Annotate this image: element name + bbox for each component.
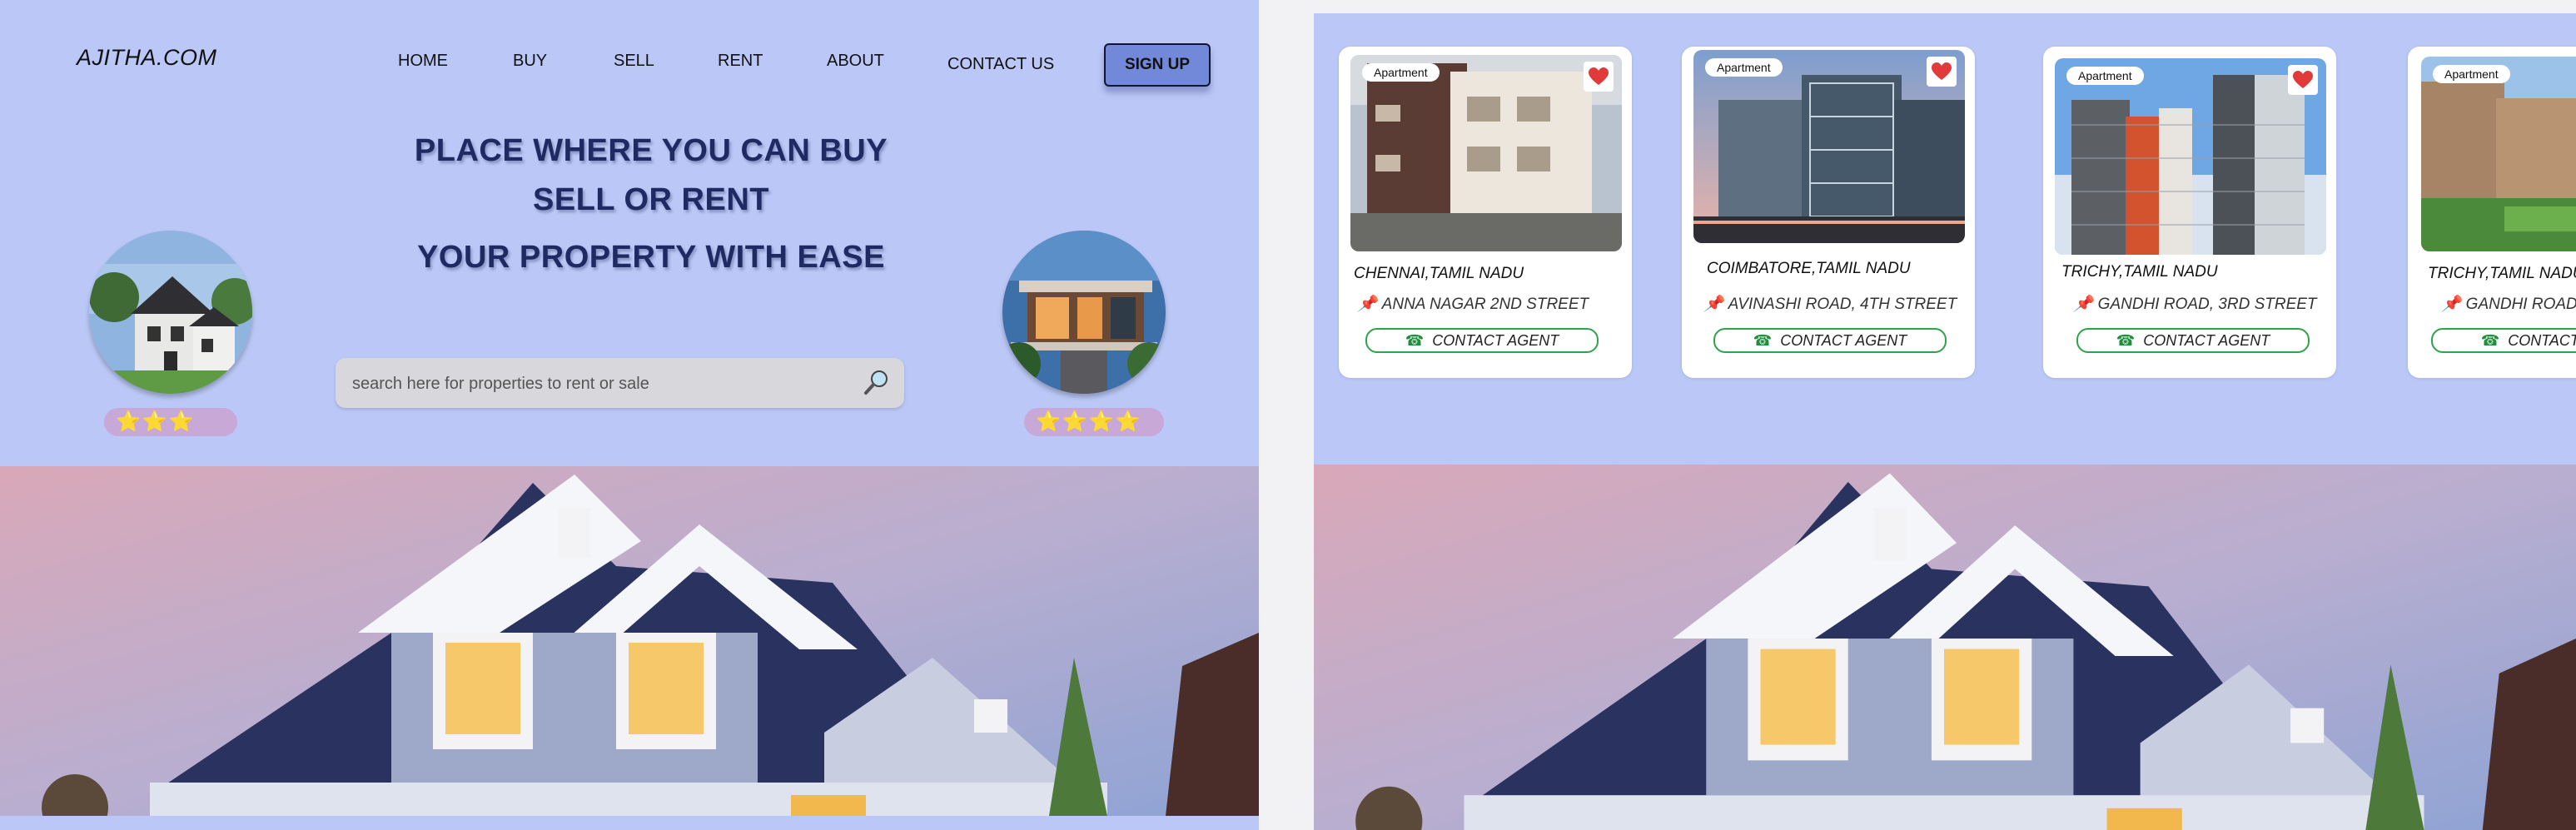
listing-photo: Apartment	[2055, 58, 2326, 255]
phone-icon: ☎	[1405, 331, 1425, 349]
map-pin-icon: 📌	[2441, 296, 2461, 313]
property-search-bar	[336, 358, 904, 410]
main-nav: HOME BUY SELL RENT ABOUT CONTACT US	[0, 52, 1259, 77]
contact-agent-button[interactable]: ☎ CONTACT AGENT	[1365, 328, 1599, 353]
contact-agent-button[interactable]: ☎ CONTACT AGE	[2431, 328, 2576, 353]
hero-headline-line3: YOUR PROPERTY WITH EASE	[417, 240, 885, 275]
hero-house-image	[1314, 465, 2576, 830]
favorite-heart-icon[interactable]	[1584, 62, 1614, 92]
listing-card[interactable]: Apartment CHENNAI,TAMIL NADU 📌 ANNA NAGAR…	[1339, 47, 1632, 378]
nav-about[interactable]: ABOUT	[827, 52, 884, 71]
hero-headline-line2: SELL OR RENT	[533, 182, 769, 217]
phone-icon: ☎	[2116, 331, 2136, 349]
rating-stars-right: ⭐⭐⭐⭐	[1024, 408, 1164, 436]
phone-icon: ☎	[1753, 331, 1773, 349]
contact-agent-button[interactable]: ☎ CONTACT AGENT	[1713, 328, 1947, 353]
nav-rent[interactable]: RENT	[718, 52, 763, 71]
contact-agent-label: CONTACT AGENT	[1432, 331, 1559, 349]
map-pin-icon: 📌	[2073, 296, 2093, 313]
property-search-input[interactable]	[351, 358, 837, 410]
homepage-panel: AJITHA.COM HOME BUY SELL RENT ABOUT CONT…	[0, 0, 1259, 830]
listing-city: TRICHY,TAMIL NADU	[2428, 265, 2576, 282]
contact-agent-label: CONTACT AGENT	[1780, 331, 1907, 349]
house-thumbnail-right	[1002, 231, 1166, 394]
rating-stars-left: ⭐⭐⭐	[104, 408, 237, 436]
listing-photo: Apartment	[2421, 57, 2576, 251]
listing-card[interactable]: Apartment TRICHY,TAMIL NADU 📌GANDHI ROAD…	[2408, 47, 2576, 378]
listing-address: 📌 GANDHI ROAD, 3RD STREET	[2073, 294, 2317, 314]
listing-city: COIMBATORE,TAMIL NADU	[1707, 260, 1911, 277]
property-type-badge: Apartment	[2066, 67, 2144, 85]
listing-address: 📌 ANNA NAGAR 2ND STREET	[1357, 294, 1589, 314]
contact-agent-button[interactable]: ☎ CONTACT AGENT	[2076, 328, 2310, 353]
listing-city: CHENNAI,TAMIL NADU	[1354, 265, 1524, 282]
listing-address-text: ANNA NAGAR 2ND STREET	[1381, 296, 1589, 313]
phone-icon: ☎	[2480, 331, 2500, 349]
property-type-badge: Apartment	[2433, 65, 2510, 83]
nav-home[interactable]: HOME	[398, 52, 448, 71]
house-thumbnail-left	[89, 231, 252, 394]
listing-photo: Apartment	[1350, 55, 1622, 251]
favorite-heart-icon[interactable]	[1927, 57, 1957, 87]
nav-sell[interactable]: SELL	[614, 52, 654, 71]
listing-address-text: GANDHI ROAD, 3	[2465, 296, 2576, 313]
listing-photo: Apartment	[1693, 50, 1965, 243]
nav-contact-us[interactable]: CONTACT US	[947, 55, 1054, 74]
listing-address-text: AVINASHI ROAD, 4TH STREET	[1728, 296, 1957, 313]
property-type-badge: Apartment	[1705, 58, 1783, 77]
contact-agent-label: CONTACT AGENT	[2143, 331, 2270, 349]
listing-address: 📌 AVINASHI ROAD, 4TH STREET	[1703, 294, 1957, 314]
listing-address-text: GANDHI ROAD, 3RD STREET	[2097, 296, 2317, 313]
listing-card[interactable]: Apartment TRICHY,TAMIL NADU 📌GANDHI ROAD…	[2043, 47, 2336, 378]
signup-button[interactable]: SIGN UP	[1104, 43, 1211, 87]
property-type-badge: Apartment	[1362, 63, 1440, 82]
contact-agent-label: CONTACT AGE	[2508, 331, 2576, 349]
map-pin-icon: 📌	[1357, 296, 1377, 313]
hero-headline-line1: PLACE WHERE YOU CAN BUY	[414, 133, 888, 168]
hero-house-image	[0, 466, 1259, 830]
listing-address: 📌GANDHI ROAD, 3	[2441, 294, 2576, 314]
listing-card[interactable]: Apartment COIMBATORE,TAMIL NADU 📌 AVINASH…	[1682, 47, 1975, 378]
listing-city: TRICHY,TAMIL NADU	[2061, 263, 2218, 281]
listings-panel: Apartment CHENNAI,TAMIL NADU 📌 ANNA NAGAR…	[1314, 13, 2576, 830]
search-icon[interactable]	[863, 368, 891, 396]
map-pin-icon: 📌	[1703, 296, 1723, 313]
nav-buy[interactable]: BUY	[513, 52, 547, 71]
favorite-heart-icon[interactable]	[2288, 65, 2318, 95]
